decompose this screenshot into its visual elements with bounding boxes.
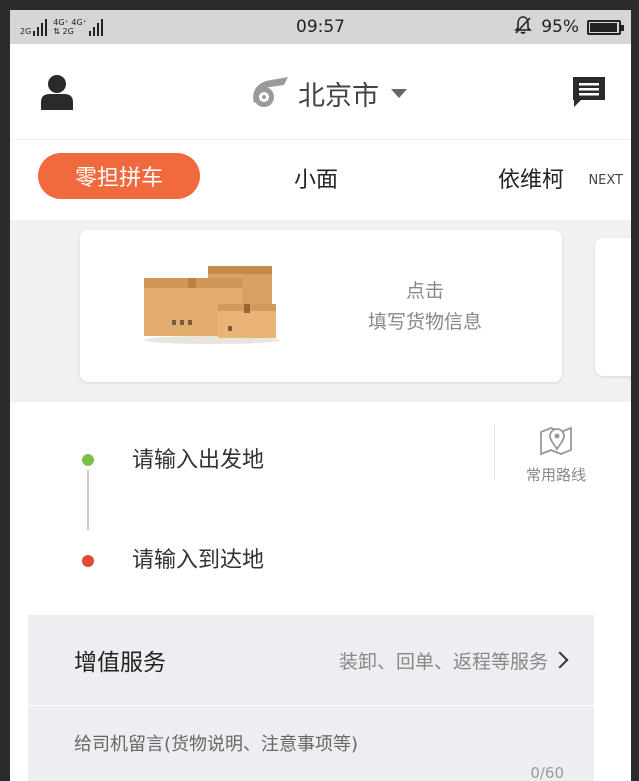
value-added-services-row[interactable]: 增值服务 装卸、回单、返程等服务	[28, 615, 594, 705]
status-time: 09:57	[296, 17, 345, 37]
services-hint: 装卸、回单、返程等服务	[338, 650, 548, 673]
common-routes-button[interactable]: 常用路线	[510, 422, 602, 485]
city-name: 北京市	[298, 81, 379, 112]
message-icon[interactable]	[571, 74, 607, 110]
destination-dot-icon	[82, 555, 94, 567]
screen-frame-right	[631, 0, 639, 781]
vehicle-type-tabs: 零担拼车 小面 依维柯 NEXT	[10, 140, 631, 220]
cargo-prompt: 点击 填写货物信息	[350, 276, 500, 338]
driver-message-field[interactable]: 给司机留言(货物说明、注意事项等) 0/60	[28, 706, 594, 781]
next-card-peek[interactable]	[595, 238, 631, 376]
origin-input[interactable]: 请输入出发地	[132, 442, 264, 474]
tab-ltl-carpool[interactable]: 零担拼车	[38, 153, 200, 199]
battery-icon	[587, 19, 624, 35]
route-connector	[87, 470, 89, 530]
destination-input[interactable]: 请输入到达地	[132, 542, 264, 574]
screen-frame-top	[0, 0, 639, 10]
chevron-down-icon	[391, 89, 407, 98]
route-section: 请输入出发地 请输入到达地 常用路线	[10, 402, 631, 624]
route-divider	[494, 424, 495, 480]
cargo-section: 点击 填写货物信息	[10, 220, 631, 402]
screen-frame-left	[0, 0, 10, 781]
chevron-right-icon	[551, 651, 569, 669]
cargo-info-card[interactable]: 点击 填写货物信息	[80, 230, 562, 382]
tab-next-button[interactable]: NEXT	[588, 173, 623, 188]
user-profile-icon[interactable]	[40, 74, 74, 110]
tab-minivan[interactable]: 小面	[294, 162, 338, 194]
origin-dot-icon	[82, 454, 94, 466]
status-bar: 2G 4G⁺ 4G⁺ ⇅ 2G 09:57 95%	[10, 10, 631, 44]
map-location-icon	[537, 426, 575, 462]
cargo-prompt-line2: 填写货物信息	[367, 311, 482, 333]
wheel-logo-icon	[248, 75, 290, 113]
services-title: 增值服务	[74, 650, 166, 676]
cargo-boxes-icon	[142, 264, 282, 344]
common-routes-label: 常用路线	[525, 466, 586, 484]
tab-iveco[interactable]: 依维柯	[498, 162, 564, 194]
driver-message-placeholder: 给司机留言(货物说明、注意事项等)	[74, 734, 359, 755]
driver-message-counter: 0/60	[530, 764, 564, 781]
app-header: 北京市	[10, 44, 631, 140]
city-selector[interactable]: 北京市	[248, 74, 407, 113]
cargo-prompt-line1: 点击	[405, 280, 444, 302]
